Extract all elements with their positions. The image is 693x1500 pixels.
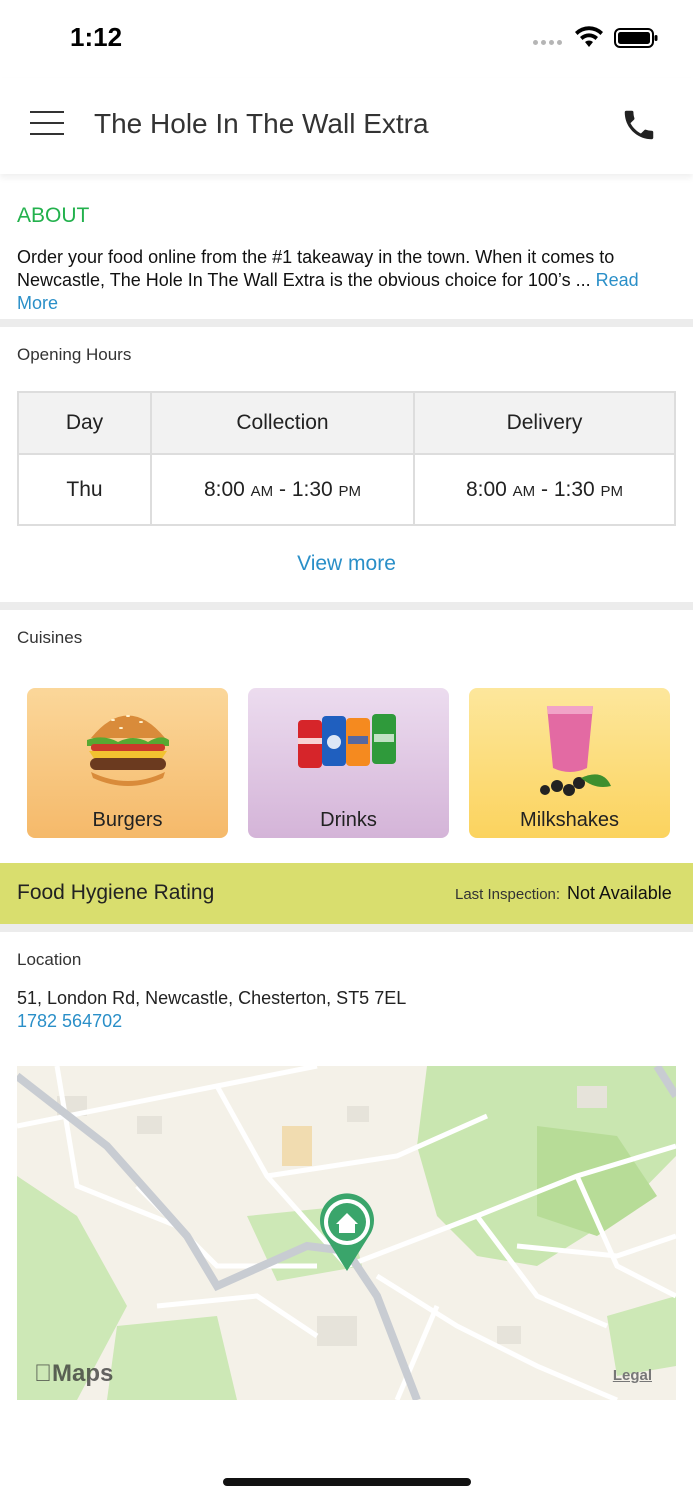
status-bar: 1:12 bbox=[0, 0, 693, 78]
home-indicator[interactable] bbox=[223, 1478, 471, 1486]
apple-maps-logo: Maps bbox=[34, 1360, 113, 1387]
location-map[interactable]: Maps Legal bbox=[17, 1066, 676, 1400]
about-text: Order your food online from the #1 takea… bbox=[17, 246, 682, 315]
cuisines-label: Cuisines bbox=[17, 628, 83, 647]
view-more-link[interactable]: View more bbox=[0, 552, 693, 576]
table-row: Thu 8:00 AM - 1:30 PM 8:00 AM - 1:30 PM bbox=[17, 453, 676, 526]
cuisine-label-drinks: Drinks bbox=[320, 809, 377, 831]
location-label: Location bbox=[17, 950, 82, 969]
opening-hours-label: Opening Hours bbox=[17, 345, 132, 364]
app-header: The Hole In The Wall Extra bbox=[0, 78, 693, 174]
address-text: 51, London Rd, Newcastle, Chesterton, ST… bbox=[17, 988, 407, 1008]
column-header-collection: Collection bbox=[150, 391, 415, 455]
hamburger-menu-icon[interactable] bbox=[30, 111, 64, 137]
column-header-delivery: Delivery bbox=[413, 391, 676, 455]
cuisine-card-burgers[interactable]: Burgers bbox=[27, 688, 228, 838]
cuisine-label-milkshakes: Milkshakes bbox=[520, 809, 619, 831]
last-inspection-label: Last Inspection: bbox=[455, 886, 561, 903]
delivery-hours-cell: 8:00 AM - 1:30 PM bbox=[413, 453, 676, 526]
column-header-day: Day bbox=[17, 391, 152, 455]
section-divider bbox=[0, 924, 693, 932]
cuisine-label-burgers: Burgers bbox=[92, 809, 163, 831]
map-legal-link[interactable]: Legal bbox=[613, 1367, 652, 1384]
day-cell: Thu bbox=[17, 453, 152, 526]
soda-cans-icon bbox=[297, 714, 396, 768]
status-time: 1:12 bbox=[70, 22, 123, 52]
opening-hours-table: Day Collection Delivery Thu 8:00 AM - 1:… bbox=[17, 391, 676, 526]
section-divider bbox=[0, 602, 693, 610]
map-canvas bbox=[17, 1066, 676, 1400]
wifi-icon bbox=[575, 26, 603, 47]
phone-icon[interactable] bbox=[620, 106, 658, 144]
burger-icon bbox=[86, 715, 169, 786]
cuisine-card-milkshakes[interactable]: Milkshakes bbox=[469, 688, 670, 838]
last-inspection-value: Not Available bbox=[567, 883, 672, 903]
food-hygiene-bar: Food Hygiene Rating Last Inspection: Not… bbox=[0, 863, 693, 924]
collection-hours-cell: 8:00 AM - 1:30 PM bbox=[150, 453, 415, 526]
battery-icon bbox=[614, 28, 658, 48]
cuisine-card-drinks[interactable]: Drinks bbox=[248, 688, 449, 838]
about-description: Order your food online from the #1 takea… bbox=[17, 247, 615, 290]
phone-number-link[interactable]: 1782 564702 bbox=[17, 1011, 122, 1032]
about-heading: ABOUT bbox=[17, 204, 90, 227]
food-hygiene-title: Food Hygiene Rating bbox=[17, 881, 215, 904]
signal-icon bbox=[533, 40, 562, 45]
page-title: The Hole In The Wall Extra bbox=[94, 108, 429, 139]
section-divider bbox=[0, 319, 693, 327]
milkshake-icon bbox=[539, 706, 611, 796]
